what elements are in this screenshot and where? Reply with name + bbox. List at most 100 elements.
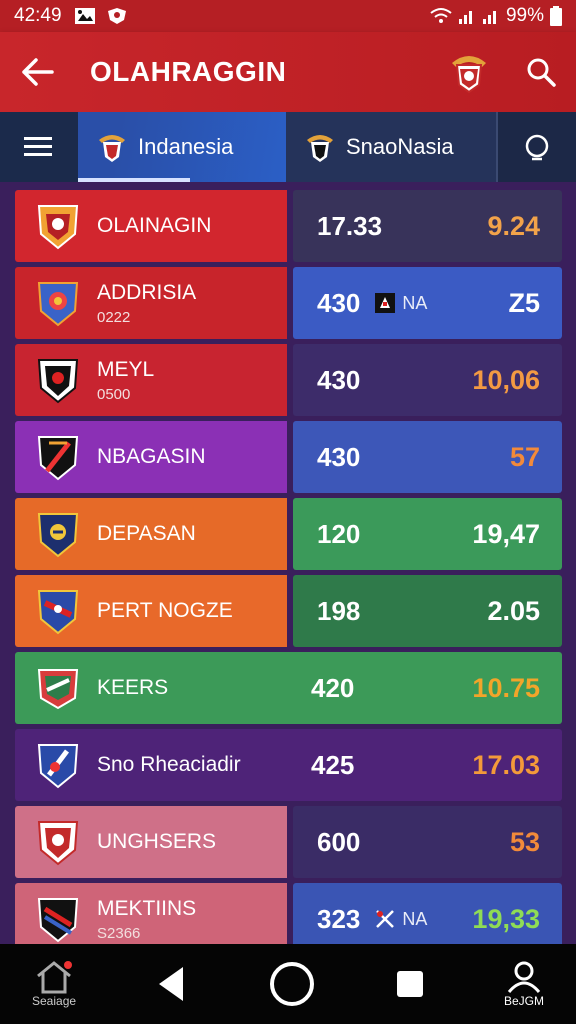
mid-label: NA xyxy=(374,292,427,314)
club-crest-icon xyxy=(37,744,79,789)
team-name: NBAGASIN xyxy=(97,445,206,468)
image-icon xyxy=(74,8,95,24)
team-name: MEKTIINS xyxy=(97,896,197,920)
score-primary: 17.33 xyxy=(317,210,383,241)
status-time: 42:49 xyxy=(14,5,62,26)
status-right: 99% xyxy=(430,5,562,27)
score-cell: 425 17.03 xyxy=(287,729,562,801)
table-row[interactable]: MEYL 0500 430 10,06 xyxy=(15,344,562,416)
signal-icon xyxy=(458,11,472,24)
shield-icon xyxy=(107,8,126,24)
team-name: Sno Rheaciadir xyxy=(97,753,241,776)
team-name: ADDRISIA xyxy=(97,280,197,304)
profile-icon xyxy=(507,961,541,993)
team-subtitle: 0500 xyxy=(97,385,131,403)
table-row[interactable]: Sno Rheaciadir 425 17.03 xyxy=(15,729,562,801)
table-row[interactable]: UNGHSERS 600 53 xyxy=(15,806,562,878)
score-cell: 430 NA Z5 xyxy=(293,267,562,339)
nav-profile[interactable]: BeJGM xyxy=(504,960,544,1008)
score-secondary: 57 xyxy=(509,441,540,472)
score-primary: 323 xyxy=(317,903,361,934)
back-arrow-icon[interactable] xyxy=(20,57,54,87)
emblem-icon xyxy=(99,135,125,162)
score-secondary: 17.03 xyxy=(472,749,540,780)
table-row[interactable]: DEPASAN 120 19,47 xyxy=(15,498,562,570)
tab-label: Indanesia xyxy=(138,134,234,159)
score-cell: 17.33 9.24 xyxy=(293,190,562,262)
score-primary: 420 xyxy=(311,672,355,703)
score-secondary: 19,33 xyxy=(472,903,540,934)
score-secondary: 10.75 xyxy=(472,672,540,703)
score-cell: 420 10.75 xyxy=(287,652,562,724)
club-crest-icon xyxy=(37,282,79,327)
home-icon xyxy=(37,961,73,994)
mid-text: NA xyxy=(402,292,428,313)
team-cell: DEPASAN xyxy=(15,498,287,570)
club-crest-icon xyxy=(37,513,79,558)
badge-icon xyxy=(375,293,396,313)
tab-indanesia[interactable]: Indanesia xyxy=(78,112,286,182)
team-cell: NBAGASIN xyxy=(15,421,287,493)
mid-label: NA xyxy=(374,908,427,930)
team-cell: UNGHSERS xyxy=(15,806,287,878)
table-row[interactable]: NBAGASIN 430 57 xyxy=(15,421,562,493)
club-crest-icon xyxy=(37,205,79,250)
search-icon[interactable] xyxy=(526,57,556,87)
score-cell: 430 10,06 xyxy=(293,344,562,416)
table-row[interactable]: PERT NOGZE 198 2.05 xyxy=(15,575,562,647)
table-row[interactable]: ADDRISIA 0222 430 NA Z5 xyxy=(15,267,562,339)
score-secondary: 2.05 xyxy=(487,595,540,626)
club-crest-icon xyxy=(37,436,79,481)
nav-home[interactable]: Seaiage xyxy=(32,960,76,1008)
battery-icon xyxy=(550,6,562,26)
page-title: OLAHRAGGIN xyxy=(90,56,287,87)
score-primary: 600 xyxy=(317,826,361,857)
status-bar: 42:49 99% xyxy=(0,0,576,32)
table-row[interactable]: KEERS 420 10.75 xyxy=(15,652,562,724)
team-name: MEYL xyxy=(97,357,155,381)
team-name: OLAINAGIN xyxy=(97,214,212,237)
score-primary: 120 xyxy=(317,518,361,549)
search-icon xyxy=(525,134,549,161)
wifi-icon xyxy=(430,8,452,23)
tab-bar: Indanesia SnaoNasia xyxy=(0,112,576,182)
club-crest-icon xyxy=(37,898,79,943)
home-button-icon[interactable] xyxy=(268,960,316,1008)
tab-label: SnaoNasia xyxy=(346,134,454,159)
team-name: DEPASAN xyxy=(97,522,196,545)
signal-icon-2 xyxy=(482,11,496,24)
table-row[interactable]: OLAINAGIN 17.33 9.24 xyxy=(15,190,562,262)
mid-text: NA xyxy=(402,908,428,929)
score-secondary: Z5 xyxy=(508,287,540,318)
club-crest-icon xyxy=(37,669,79,710)
team-subtitle: S2366 xyxy=(97,924,141,942)
back-icon[interactable] xyxy=(155,965,189,1003)
score-secondary: 9.24 xyxy=(487,210,540,241)
battery-level: 99% xyxy=(505,5,544,26)
team-name: PERT NOGZE xyxy=(97,599,233,622)
score-cell: 198 2.05 xyxy=(293,575,562,647)
nav-home-label: Seaiage xyxy=(32,994,77,1008)
team-cell: KEERS xyxy=(15,652,287,724)
emblem-icon xyxy=(452,56,486,94)
score-secondary: 19,47 xyxy=(472,518,540,549)
score-primary: 425 xyxy=(311,749,355,780)
standings-list: OLAINAGIN 17.33 9.24 ADDRISIA 0222 430 N… xyxy=(15,190,562,960)
club-crest-icon xyxy=(37,359,79,404)
club-crest-icon xyxy=(37,821,79,866)
club-crest-icon xyxy=(37,590,79,635)
hamburger-icon xyxy=(24,137,52,156)
tab-search-button[interactable] xyxy=(498,112,576,182)
score-cell: 120 19,47 xyxy=(293,498,562,570)
score-primary: 430 xyxy=(317,441,361,472)
score-secondary: 10,06 xyxy=(472,364,540,395)
team-cell: ADDRISIA 0222 xyxy=(15,267,287,339)
emblem-icon xyxy=(307,135,333,162)
tab-snaonasia[interactable]: SnaoNasia xyxy=(286,112,498,182)
team-cell: Sno Rheaciadir xyxy=(15,729,287,801)
nav-bar: Seaiage BeJGM xyxy=(0,944,576,1024)
team-cell: MEYL 0500 xyxy=(15,344,287,416)
menu-button[interactable] xyxy=(0,112,78,182)
nav-profile-label: BeJGM xyxy=(503,994,544,1008)
recents-icon[interactable] xyxy=(395,969,425,999)
